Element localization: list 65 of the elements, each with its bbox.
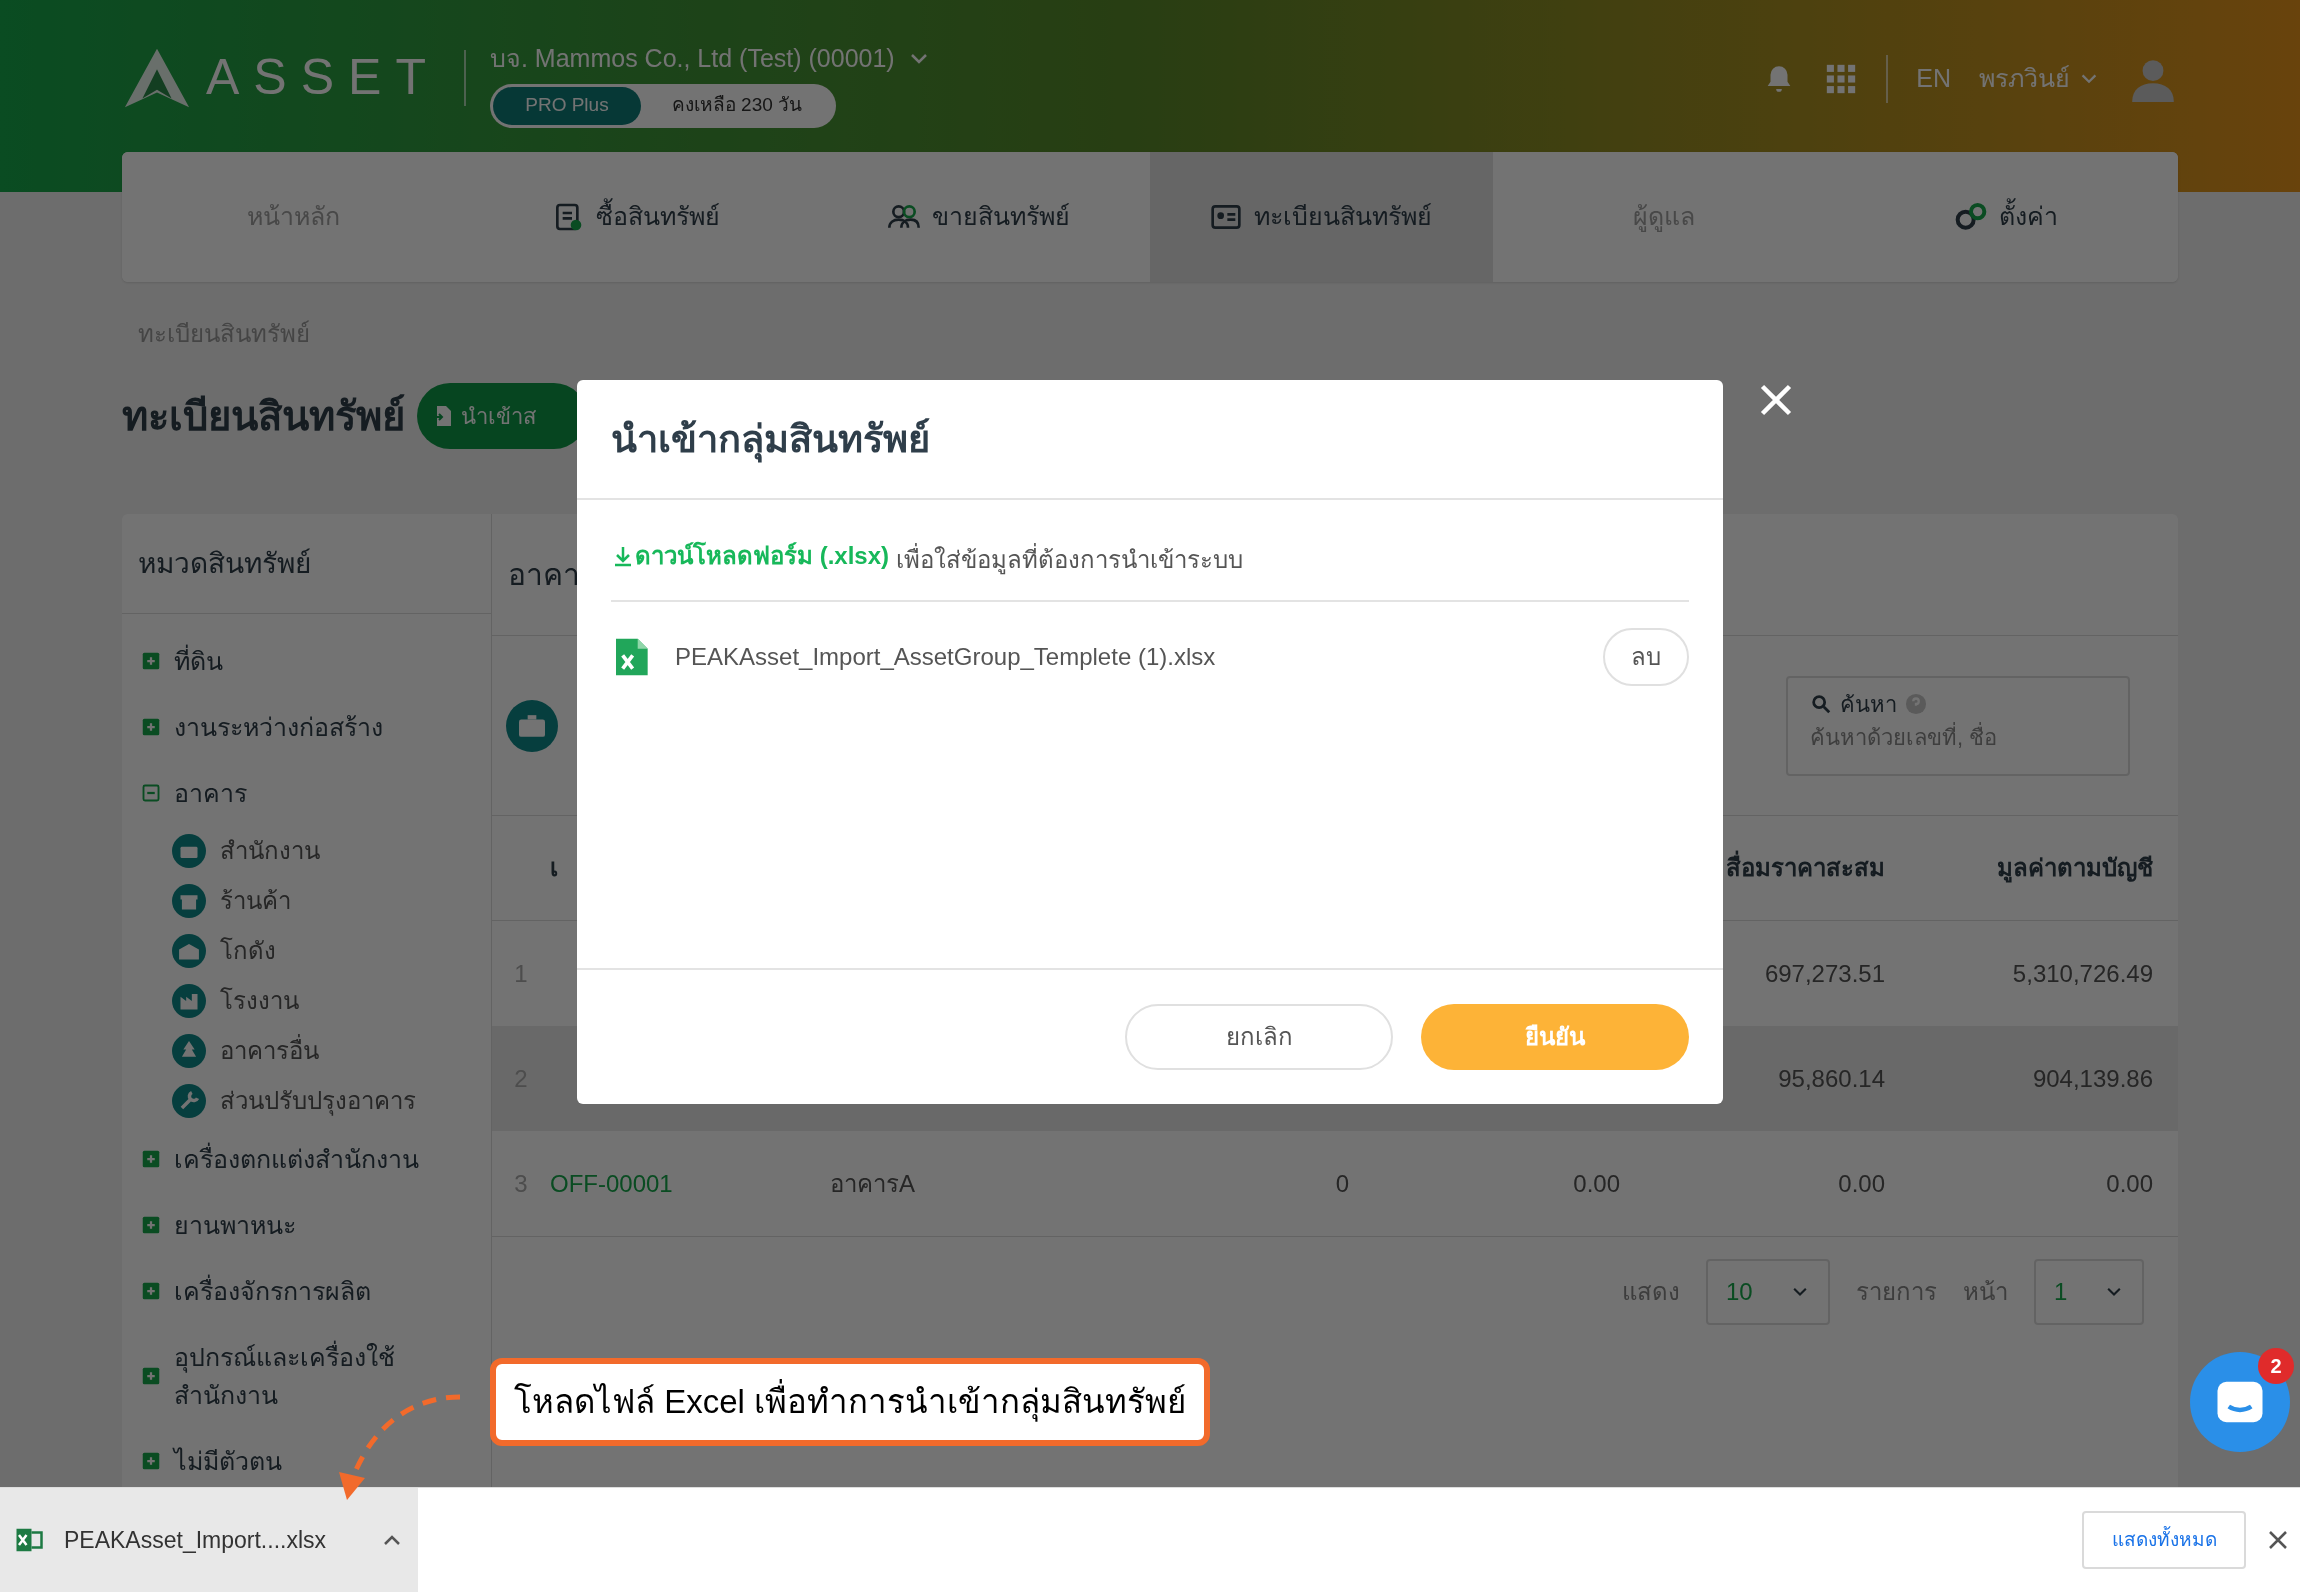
category-item[interactable]: ยานพาหนะ <box>174 1206 296 1244</box>
category-item[interactable]: เครื่องจักรการผลิต <box>174 1272 371 1310</box>
select-field[interactable]: 10 <box>1706 1258 1830 1325</box>
sidebar-title: หมวดสินทรัพย์ <box>138 546 311 581</box>
subcategory-item[interactable]: สำนักงาน <box>220 833 320 869</box>
delete-button[interactable]: ลบ <box>1603 628 1689 686</box>
user-name[interactable]: พรภวินย์ <box>1979 60 2070 98</box>
category-icon <box>172 1034 206 1068</box>
table-cell: 904,139.86 <box>2032 1064 2153 1092</box>
category-icon <box>172 884 206 918</box>
logo-text: ASSET <box>206 48 440 107</box>
table-cell: 95,860.14 <box>1778 1064 1885 1092</box>
subcategory-item[interactable]: โกดัง <box>220 933 276 969</box>
subcategory-item[interactable]: อาคารอื่น <box>220 1033 319 1069</box>
column-header: มูลค่าตามบัญชี <box>1997 854 2153 881</box>
confirm-button[interactable]: ยืนยัน <box>1421 1004 1689 1070</box>
nav-tab[interactable]: ตั้งค่า <box>1835 152 2178 282</box>
nav-tab[interactable]: ขายสินทรัพย์ <box>807 152 1150 282</box>
page-title: ทะเบียนสินทรัพย์ <box>122 393 405 440</box>
category-item[interactable]: อาคาร <box>174 774 247 812</box>
file-name: PEAKAsset_Import_AssetGroup_Templete (1).xlsx <box>675 642 1217 672</box>
category-item[interactable]: เครื่องตกแต่งสำนักงาน <box>174 1140 419 1178</box>
callout-text: โหลดไฟล์ Excel เพื่อทำการนำเข้ากลุ่มสินทรัพย์ <box>514 1377 1187 1427</box>
table-cell: 0.00 <box>1573 1169 1620 1197</box>
category-item[interactable]: งานระหว่างก่อสร้าง <box>174 708 383 746</box>
subcategory-item[interactable]: ส่วนปรับปรุงอาคาร <box>220 1083 416 1119</box>
language-label: EN <box>1916 63 1951 95</box>
nav-tab[interactable]: ทะเบียนสินทรัพย์ <box>1150 152 1493 282</box>
download-file-name: PEAKAsset_Import....xlsx <box>64 1525 328 1555</box>
show-all-button[interactable]: แสดงทั้งหมด <box>2082 1511 2246 1569</box>
nav-tab-icon <box>1955 201 1988 233</box>
nav-tab[interactable]: ซื้อสินทรัพย์ <box>464 152 808 282</box>
section-title: อาคา <box>508 557 580 593</box>
notification-badge: 2 <box>2258 1348 2294 1384</box>
category-icon <box>172 834 206 868</box>
table-cell: 697,273.51 <box>1764 959 1885 987</box>
search-label: ค้นหา <box>1840 690 1897 719</box>
category-item[interactable]: ที่ดิน <box>174 642 223 680</box>
category-icon <box>172 984 206 1018</box>
category-item[interactable]: ไม่มีตัวตน <box>174 1442 282 1480</box>
select-field[interactable]: 1 <box>2034 1258 2144 1325</box>
download-item[interactable]: PEAKAsset_Import....xlsx <box>0 1488 418 1592</box>
category-icon <box>172 1084 206 1118</box>
plan-label: PRO Plus <box>492 86 641 125</box>
download-instruction: ดาวน์โหลดฟอร์ม (.xlsx) เพื่อใส่ข้อมูลที่ต้องการนำเข้าระบบ <box>611 538 1689 602</box>
category-item[interactable]: อุปกรณ์และเครื่องใช้สำนักงาน <box>174 1338 444 1414</box>
cancel-button[interactable]: ยกเลิก <box>1125 1004 1393 1070</box>
briefcase-icon <box>506 699 558 752</box>
subcategory-item[interactable]: ร้านค้า <box>220 883 291 919</box>
column-header: เ <box>550 854 558 881</box>
asset-code-link[interactable]: OFF-00001 <box>550 1169 673 1197</box>
table-cell: 0 <box>1335 1169 1350 1197</box>
table-cell: อาคารA <box>830 1169 915 1197</box>
subcategory-item[interactable]: โรงงาน <box>220 983 299 1019</box>
company-name[interactable]: บจ. Mammos Co., Ltd (Test) (00001) <box>489 40 895 78</box>
category-icon <box>172 934 206 968</box>
download-link[interactable]: ดาวน์โหลดฟอร์ม (.xlsx) <box>611 538 890 574</box>
dialog-title: นำเข้ากลุ่มสินทรัพย์ <box>611 410 930 468</box>
table-cell: 0.00 <box>1838 1169 1885 1197</box>
table-cell: 0.00 <box>2106 1169 2153 1197</box>
search-icon <box>1810 693 1832 715</box>
days-remaining: คงเหลือ 230 วัน <box>670 93 804 118</box>
table-cell: 5,310,726.49 <box>2012 959 2153 987</box>
close-icon[interactable] <box>1758 382 1794 418</box>
help-icon <box>1905 693 1927 715</box>
